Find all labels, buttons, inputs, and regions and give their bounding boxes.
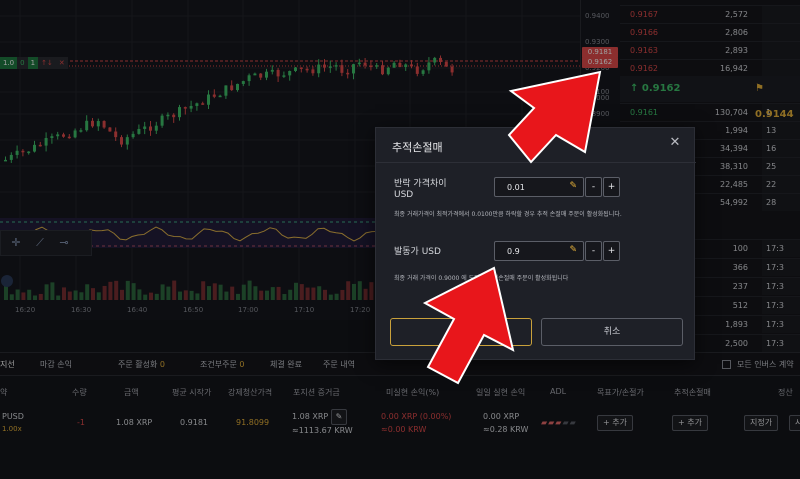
retrace-label-text: 반락 가격차이: [394, 179, 447, 189]
retrace-label: 반락 가격차이 USD: [394, 179, 447, 201]
trigger-hint: 최종 거래 가격이 0.9000 에 도달시 추적손절매 주문이 활성화됩니다: [394, 275, 569, 282]
trigger-input[interactable]: [495, 242, 565, 260]
retrace-input[interactable]: [495, 178, 565, 196]
trigger-field[interactable]: ✎: [494, 241, 584, 261]
close-icon[interactable]: ✕: [668, 136, 682, 150]
trigger-decrement-button[interactable]: -: [585, 241, 602, 261]
retrace-hint: 최종 거래가격이 최적가격에서 0.0100만큼 하락할 경우 추적 손절매 주…: [394, 211, 622, 218]
cancel-button[interactable]: 취소: [541, 318, 683, 346]
retrace-increment-button[interactable]: +: [603, 177, 620, 197]
dialog-divider: [376, 162, 696, 163]
confirm-button[interactable]: 확인: [390, 318, 532, 346]
trigger-label: 발동가 USD: [394, 247, 441, 257]
trading-screen: 1.0 0 1 ↑↓ ✕ ✛ ⟋ ⊸ 16:20 16:30 16:40 16:50 1…: [0, 0, 800, 479]
retrace-decrement-button[interactable]: -: [585, 177, 602, 197]
pencil-icon: ✎: [569, 245, 577, 255]
dialog-title: 추적손절매: [392, 141, 443, 154]
trailing-stop-dialog: 추적손절매 ✕ 반락 가격차이 USD ✎ - + 최종 거래가격이 최적가격에…: [375, 127, 696, 360]
trigger-increment-button[interactable]: +: [603, 241, 620, 261]
retrace-field[interactable]: ✎: [494, 177, 584, 197]
pencil-icon: ✎: [569, 181, 577, 191]
retrace-label-unit: USD: [394, 190, 414, 200]
